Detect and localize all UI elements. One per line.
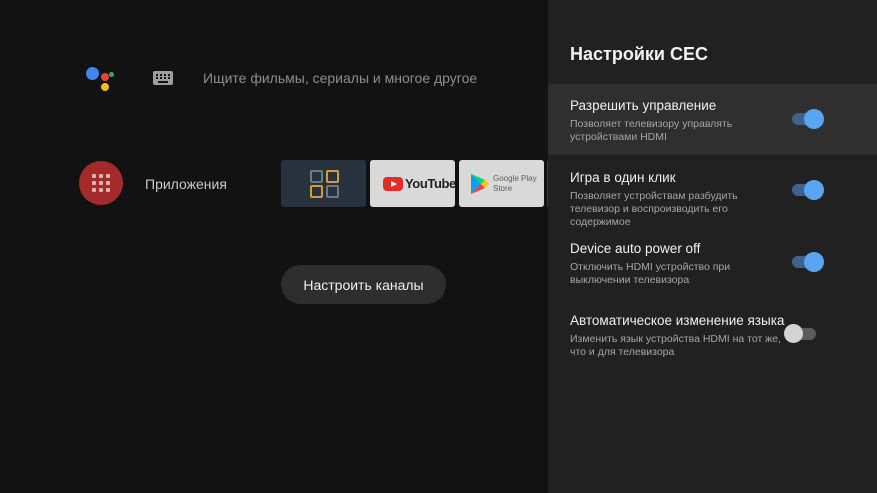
setting-title: Разрешить управление [570, 98, 717, 113]
setting-description: Позволяет устройствам разбудить телевизо… [570, 190, 738, 228]
apps-button[interactable] [79, 161, 123, 205]
youtube-wordmark: YouTube [405, 176, 455, 191]
apps-label: Приложения [145, 176, 227, 192]
search-input[interactable]: Ищите фильмы, сериалы и многое другое [203, 70, 477, 86]
google-play-tile[interactable]: Google Play Store [459, 160, 544, 207]
apps-grid-icon [92, 174, 110, 192]
toggle-switch[interactable] [790, 252, 824, 272]
setting-title: Device auto power off [570, 241, 701, 256]
cec-settings-panel: Настройки CEC Разрешить управление Позво… [548, 0, 877, 493]
toggle-switch[interactable] [784, 324, 818, 344]
setting-auto-language-change[interactable]: Автоматическое изменение языка Изменить … [548, 302, 877, 372]
setting-title: Автоматическое изменение языка [570, 313, 785, 328]
configure-channels-button[interactable]: Настроить каналы [281, 265, 446, 304]
setting-title: Игра в один клик [570, 170, 676, 185]
setting-allow-control[interactable]: Разрешить управление Позволяет телевизор… [548, 84, 877, 155]
panel-title: Настройки CEC [570, 44, 708, 64]
apps-launcher-tile[interactable] [281, 160, 366, 207]
google-play-icon [471, 174, 489, 194]
home-screen: Ищите фильмы, сериалы и многое другое Пр… [0, 0, 551, 493]
youtube-icon [383, 176, 403, 191]
youtube-tile[interactable]: YouTube [370, 160, 455, 207]
toggle-switch[interactable] [790, 180, 824, 200]
setting-device-auto-power-off[interactable]: Device auto power off Отключить HDMI уст… [548, 230, 877, 300]
google-assistant-icon[interactable] [84, 64, 116, 94]
setting-description: Изменить язык устройства HDMI на тот же,… [570, 333, 781, 358]
setting-description: Отключить HDMI устройство при выключении… [570, 261, 731, 286]
setting-description: Позволяет телевизору управлять устройств… [570, 118, 733, 143]
setting-one-touch-play[interactable]: Игра в один клик Позволяет устройствам р… [548, 158, 877, 228]
google-play-text: Google Play Store [493, 174, 537, 193]
keyboard-icon[interactable] [153, 71, 173, 85]
toggle-switch[interactable] [790, 109, 824, 129]
